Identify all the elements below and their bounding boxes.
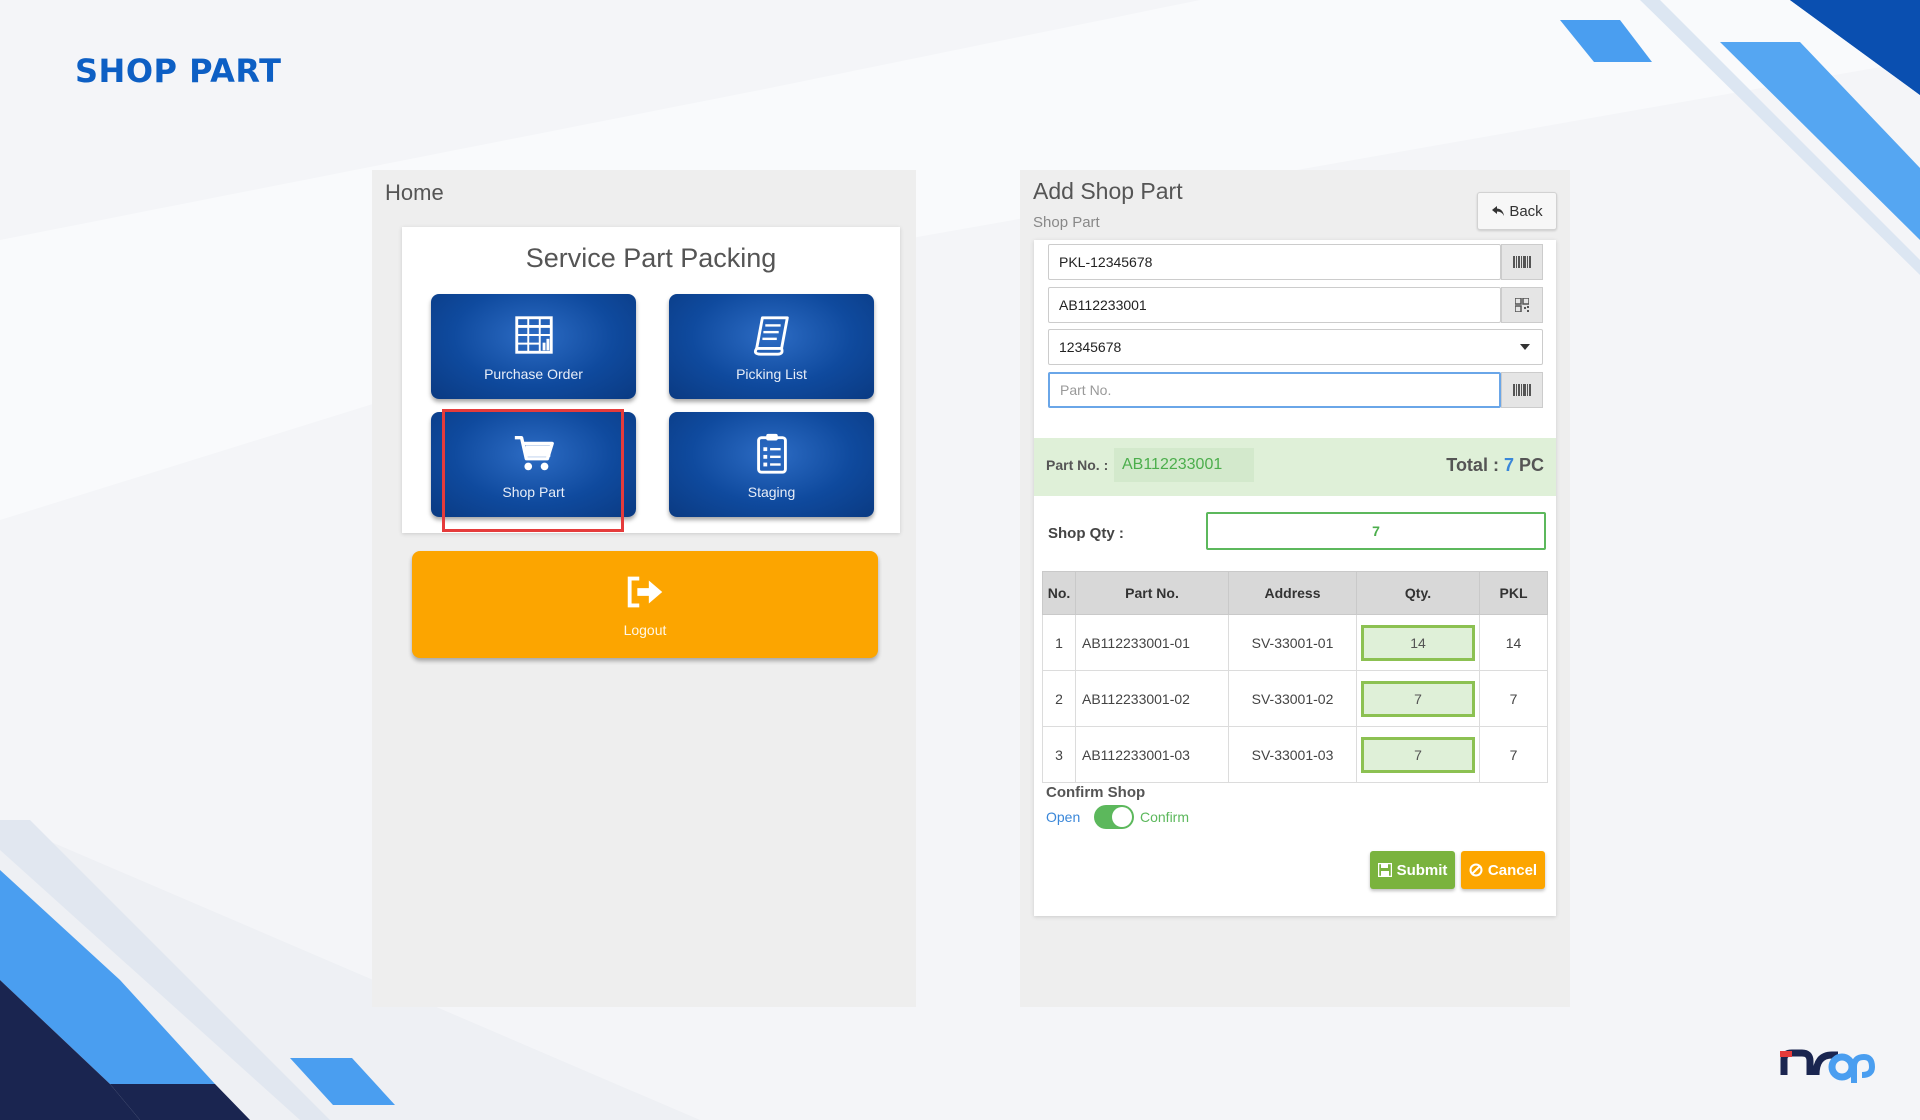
staging-tile[interactable]: Staging bbox=[669, 412, 874, 517]
tile-label: Staging bbox=[747, 483, 796, 500]
shop-qty-label: Shop Qty : bbox=[1048, 525, 1124, 542]
cell-part-no: AB112233001-01 bbox=[1075, 614, 1229, 671]
total-unit: PC bbox=[1518, 455, 1544, 475]
table-chart-icon bbox=[514, 315, 553, 354]
slide-background bbox=[0, 0, 1920, 1120]
col-header-part-no: Part No. bbox=[1075, 571, 1229, 615]
cell-address: SV-33001-02 bbox=[1228, 670, 1357, 727]
pkl-field[interactable]: PKL-12345678 bbox=[1048, 244, 1501, 280]
logout-button[interactable]: Logout bbox=[412, 551, 878, 658]
barcode-scan-button[interactable] bbox=[1501, 244, 1543, 280]
confirm-shop-toggle[interactable] bbox=[1094, 805, 1134, 829]
col-header-pkl: PKL bbox=[1479, 571, 1548, 615]
submit-label: Submit bbox=[1396, 861, 1448, 879]
shop-qty-input[interactable]: 7 bbox=[1206, 512, 1546, 550]
qty-value: 7 bbox=[1361, 736, 1475, 773]
toggle-knob bbox=[1112, 807, 1132, 827]
confirm-shop-label: Confirm Shop bbox=[1046, 784, 1146, 801]
cancel-button[interactable]: Cancel bbox=[1461, 851, 1545, 889]
save-icon bbox=[1377, 863, 1392, 877]
cell-part-no: AB112233001-02 bbox=[1075, 670, 1229, 727]
cell-no: 1 bbox=[1042, 614, 1076, 671]
switch-off-label: Open bbox=[1046, 809, 1081, 825]
qty-value: 14 bbox=[1361, 624, 1475, 661]
table-header-row: No. Part No. Address Qty. PKL bbox=[1042, 571, 1548, 615]
caret-down-icon bbox=[1520, 344, 1530, 350]
logout-label: Logout bbox=[623, 621, 667, 638]
total-label: Total : bbox=[1446, 455, 1499, 475]
col-header-qty: Qty. bbox=[1356, 571, 1480, 615]
select-value: 12345678 bbox=[1059, 339, 1122, 355]
reference-select[interactable]: 12345678 bbox=[1048, 329, 1543, 365]
ban-icon bbox=[1469, 863, 1483, 877]
total-quantity: Total : 7 PC bbox=[1446, 455, 1544, 476]
shop-part-form: PKL-12345678 AB112233001 12345678 Part N… bbox=[1034, 240, 1556, 916]
shop-part-highlight-box bbox=[442, 409, 624, 532]
home-screen: Home Service Part Packing Purchase Order bbox=[372, 170, 916, 1007]
tile-label: Picking List bbox=[736, 365, 807, 382]
part-no-label: Part No. : bbox=[1046, 457, 1109, 473]
cell-pkl: 14 bbox=[1479, 614, 1548, 671]
cell-part-no: AB112233001-03 bbox=[1075, 726, 1229, 783]
part-field[interactable]: AB112233001 bbox=[1048, 287, 1501, 323]
cell-address: SV-33001-03 bbox=[1228, 726, 1357, 783]
scroll-list-icon bbox=[753, 315, 789, 356]
cell-no: 3 bbox=[1042, 726, 1076, 783]
cell-qty[interactable]: 7 bbox=[1356, 670, 1480, 727]
card-title: Service Part Packing bbox=[525, 243, 777, 273]
back-button[interactable]: Back bbox=[1477, 192, 1557, 230]
table-row[interactable]: 1 AB112233001-01 SV-33001-01 14 14 bbox=[1042, 614, 1548, 671]
cell-pkl: 7 bbox=[1479, 726, 1548, 783]
reply-arrow-icon bbox=[1492, 206, 1505, 216]
switch-on-label: Confirm bbox=[1140, 809, 1190, 825]
barcode-icon bbox=[1513, 256, 1531, 268]
company-logo bbox=[1780, 1049, 1875, 1083]
table-row[interactable]: 3 AB112233001-03 SV-33001-03 7 7 bbox=[1042, 726, 1548, 783]
breadcrumb: Shop Part bbox=[1033, 214, 1100, 231]
barcode-icon bbox=[1513, 384, 1531, 396]
barcode-scan-button[interactable] bbox=[1501, 372, 1543, 408]
picking-list-tile[interactable]: Picking List bbox=[669, 294, 874, 399]
table-row[interactable]: 2 AB112233001-02 SV-33001-02 7 7 bbox=[1042, 670, 1548, 727]
tile-label: Purchase Order bbox=[484, 365, 583, 382]
add-shop-part-screen: Add Shop Part Shop Part Back PKL-1234567… bbox=[1020, 170, 1570, 1007]
col-header-address: Address bbox=[1228, 571, 1357, 615]
background-shapes bbox=[0, 0, 1920, 1120]
cell-address: SV-33001-01 bbox=[1228, 614, 1357, 671]
cell-no: 2 bbox=[1042, 670, 1076, 727]
cell-pkl: 7 bbox=[1479, 670, 1548, 727]
col-header-no: No. bbox=[1042, 571, 1076, 615]
purchase-order-tile[interactable]: Purchase Order bbox=[431, 294, 636, 399]
page-title: Add Shop Part bbox=[1033, 178, 1183, 204]
cancel-label: Cancel bbox=[1487, 861, 1538, 879]
part-no-input[interactable] bbox=[1048, 372, 1501, 408]
cell-qty[interactable]: 7 bbox=[1356, 726, 1480, 783]
part-no-value: AB112233001 bbox=[1114, 448, 1254, 482]
scan-summary-bar: Part No. : AB112233001 Total : 7 PC bbox=[1034, 438, 1556, 496]
slide-title: SHOP PART bbox=[75, 52, 282, 90]
back-label: Back bbox=[1509, 202, 1543, 220]
shop-part-table: No. Part No. Address Qty. PKL 1 AB112233… bbox=[1042, 571, 1548, 783]
submit-button[interactable]: Submit bbox=[1370, 851, 1455, 889]
qr-scan-button[interactable] bbox=[1501, 287, 1543, 323]
sign-out-icon bbox=[627, 576, 663, 607]
home-title: Home bbox=[385, 180, 444, 205]
cell-qty[interactable]: 14 bbox=[1356, 614, 1480, 671]
qty-value: 7 bbox=[1361, 680, 1475, 717]
clipboard-list-icon bbox=[756, 433, 787, 474]
total-value: 7 bbox=[1503, 455, 1514, 475]
qrcode-icon bbox=[1515, 298, 1529, 312]
